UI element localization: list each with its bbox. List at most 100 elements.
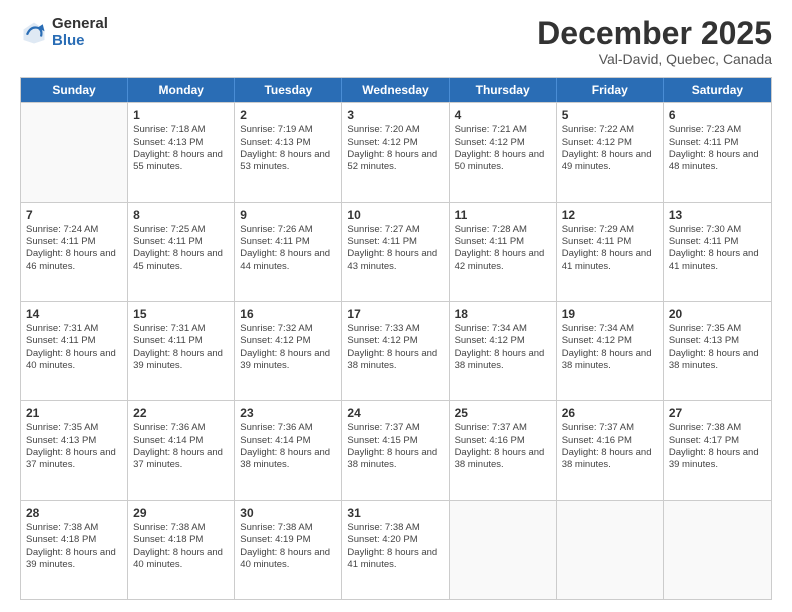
calendar-day-cell: 7Sunrise: 7:24 AM Sunset: 4:11 PM Daylig… bbox=[21, 203, 128, 301]
day-number: 23 bbox=[240, 405, 336, 421]
day-number: 13 bbox=[669, 207, 766, 223]
cell-info: Sunrise: 7:25 AM Sunset: 4:11 PM Dayligh… bbox=[133, 224, 229, 273]
day-number: 10 bbox=[347, 207, 443, 223]
calendar-day-cell bbox=[21, 103, 128, 201]
calendar-day-header: Monday bbox=[128, 78, 235, 102]
calendar-day-cell: 20Sunrise: 7:35 AM Sunset: 4:13 PM Dayli… bbox=[664, 302, 771, 400]
page: General Blue December 2025 Val-David, Qu… bbox=[0, 0, 792, 612]
calendar-day-header: Sunday bbox=[21, 78, 128, 102]
day-number: 6 bbox=[669, 107, 766, 123]
logo-blue: Blue bbox=[52, 33, 108, 50]
day-number: 9 bbox=[240, 207, 336, 223]
day-number: 3 bbox=[347, 107, 443, 123]
cell-info: Sunrise: 7:35 AM Sunset: 4:13 PM Dayligh… bbox=[669, 323, 766, 372]
calendar-day-cell: 31Sunrise: 7:38 AM Sunset: 4:20 PM Dayli… bbox=[342, 501, 449, 599]
calendar-day-cell: 28Sunrise: 7:38 AM Sunset: 4:18 PM Dayli… bbox=[21, 501, 128, 599]
cell-info: Sunrise: 7:23 AM Sunset: 4:11 PM Dayligh… bbox=[669, 124, 766, 173]
calendar-header: SundayMondayTuesdayWednesdayThursdayFrid… bbox=[21, 78, 771, 102]
day-number: 18 bbox=[455, 306, 551, 322]
calendar-day-cell bbox=[557, 501, 664, 599]
calendar-day-cell: 24Sunrise: 7:37 AM Sunset: 4:15 PM Dayli… bbox=[342, 401, 449, 499]
title-block: December 2025 Val-David, Quebec, Canada bbox=[537, 16, 772, 67]
logo-icon bbox=[20, 19, 48, 47]
cell-info: Sunrise: 7:37 AM Sunset: 4:16 PM Dayligh… bbox=[455, 422, 551, 471]
calendar-day-cell: 1Sunrise: 7:18 AM Sunset: 4:13 PM Daylig… bbox=[128, 103, 235, 201]
calendar-day-cell: 10Sunrise: 7:27 AM Sunset: 4:11 PM Dayli… bbox=[342, 203, 449, 301]
day-number: 11 bbox=[455, 207, 551, 223]
calendar-day-cell bbox=[664, 501, 771, 599]
logo: General Blue bbox=[20, 16, 108, 49]
calendar-day-cell: 17Sunrise: 7:33 AM Sunset: 4:12 PM Dayli… bbox=[342, 302, 449, 400]
cell-info: Sunrise: 7:22 AM Sunset: 4:12 PM Dayligh… bbox=[562, 124, 658, 173]
cell-info: Sunrise: 7:33 AM Sunset: 4:12 PM Dayligh… bbox=[347, 323, 443, 372]
calendar-day-header: Tuesday bbox=[235, 78, 342, 102]
calendar-day-cell: 18Sunrise: 7:34 AM Sunset: 4:12 PM Dayli… bbox=[450, 302, 557, 400]
cell-info: Sunrise: 7:18 AM Sunset: 4:13 PM Dayligh… bbox=[133, 124, 229, 173]
cell-info: Sunrise: 7:19 AM Sunset: 4:13 PM Dayligh… bbox=[240, 124, 336, 173]
calendar-day-cell: 15Sunrise: 7:31 AM Sunset: 4:11 PM Dayli… bbox=[128, 302, 235, 400]
logo-general: General bbox=[52, 16, 108, 33]
day-number: 16 bbox=[240, 306, 336, 322]
day-number: 28 bbox=[26, 505, 122, 521]
calendar-body: 1Sunrise: 7:18 AM Sunset: 4:13 PM Daylig… bbox=[21, 102, 771, 599]
calendar-day-cell: 9Sunrise: 7:26 AM Sunset: 4:11 PM Daylig… bbox=[235, 203, 342, 301]
calendar-day-cell: 30Sunrise: 7:38 AM Sunset: 4:19 PM Dayli… bbox=[235, 501, 342, 599]
calendar-week-4: 21Sunrise: 7:35 AM Sunset: 4:13 PM Dayli… bbox=[21, 400, 771, 499]
cell-info: Sunrise: 7:38 AM Sunset: 4:18 PM Dayligh… bbox=[133, 522, 229, 571]
day-number: 14 bbox=[26, 306, 122, 322]
day-number: 12 bbox=[562, 207, 658, 223]
day-number: 22 bbox=[133, 405, 229, 421]
cell-info: Sunrise: 7:34 AM Sunset: 4:12 PM Dayligh… bbox=[562, 323, 658, 372]
calendar-day-header: Friday bbox=[557, 78, 664, 102]
calendar-week-2: 7Sunrise: 7:24 AM Sunset: 4:11 PM Daylig… bbox=[21, 202, 771, 301]
cell-info: Sunrise: 7:38 AM Sunset: 4:18 PM Dayligh… bbox=[26, 522, 122, 571]
calendar-week-3: 14 Sunrise: 7:31 AM Sunset: 4:11 PM Dayli… bbox=[21, 301, 771, 400]
calendar-day-header: Wednesday bbox=[342, 78, 449, 102]
day-number: 4 bbox=[455, 107, 551, 123]
day-number: 8 bbox=[133, 207, 229, 223]
calendar-day-cell: 5Sunrise: 7:22 AM Sunset: 4:12 PM Daylig… bbox=[557, 103, 664, 201]
calendar-day-cell: 21Sunrise: 7:35 AM Sunset: 4:13 PM Dayli… bbox=[21, 401, 128, 499]
cell-info: Sunrise: 7:37 AM Sunset: 4:16 PM Dayligh… bbox=[562, 422, 658, 471]
calendar: SundayMondayTuesdayWednesdayThursdayFrid… bbox=[20, 77, 772, 600]
calendar-day-cell: 3Sunrise: 7:20 AM Sunset: 4:12 PM Daylig… bbox=[342, 103, 449, 201]
calendar-week-1: 1Sunrise: 7:18 AM Sunset: 4:13 PM Daylig… bbox=[21, 102, 771, 201]
calendar-day-header: Saturday bbox=[664, 78, 771, 102]
cell-info: Sunrise: 7:35 AM Sunset: 4:13 PM Dayligh… bbox=[26, 422, 122, 471]
cell-info: Sunrise: 7:38 AM Sunset: 4:19 PM Dayligh… bbox=[240, 522, 336, 571]
day-number: 15 bbox=[133, 306, 229, 322]
calendar-day-cell: 6Sunrise: 7:23 AM Sunset: 4:11 PM Daylig… bbox=[664, 103, 771, 201]
cell-info: Sunrise: 7:36 AM Sunset: 4:14 PM Dayligh… bbox=[133, 422, 229, 471]
calendar-day-cell: 23Sunrise: 7:36 AM Sunset: 4:14 PM Dayli… bbox=[235, 401, 342, 499]
calendar-day-cell: 16Sunrise: 7:32 AM Sunset: 4:12 PM Dayli… bbox=[235, 302, 342, 400]
day-number: 30 bbox=[240, 505, 336, 521]
day-number: 29 bbox=[133, 505, 229, 521]
day-number: 26 bbox=[562, 405, 658, 421]
cell-info: Sunrise: 7:31 AM Sunset: 4:11 PM Dayligh… bbox=[133, 323, 229, 372]
cell-info: Sunrise: 7:26 AM Sunset: 4:11 PM Dayligh… bbox=[240, 224, 336, 273]
calendar-day-cell: 19Sunrise: 7:34 AM Sunset: 4:12 PM Dayli… bbox=[557, 302, 664, 400]
calendar-day-cell bbox=[450, 501, 557, 599]
cell-info: Sunrise: 7:21 AM Sunset: 4:12 PM Dayligh… bbox=[455, 124, 551, 173]
day-number: 27 bbox=[669, 405, 766, 421]
cell-info: Sunrise: 7:29 AM Sunset: 4:11 PM Dayligh… bbox=[562, 224, 658, 273]
month-title: December 2025 bbox=[537, 16, 772, 51]
day-number: 24 bbox=[347, 405, 443, 421]
cell-info: Sunrise: 7:34 AM Sunset: 4:12 PM Dayligh… bbox=[455, 323, 551, 372]
header: General Blue December 2025 Val-David, Qu… bbox=[20, 16, 772, 67]
calendar-day-cell: 4Sunrise: 7:21 AM Sunset: 4:12 PM Daylig… bbox=[450, 103, 557, 201]
day-number: 25 bbox=[455, 405, 551, 421]
cell-info: Sunrise: 7:27 AM Sunset: 4:11 PM Dayligh… bbox=[347, 224, 443, 273]
day-number: 5 bbox=[562, 107, 658, 123]
cell-info: Sunrise: 7:20 AM Sunset: 4:12 PM Dayligh… bbox=[347, 124, 443, 173]
calendar-day-cell: 29Sunrise: 7:38 AM Sunset: 4:18 PM Dayli… bbox=[128, 501, 235, 599]
calendar-day-cell: 27Sunrise: 7:38 AM Sunset: 4:17 PM Dayli… bbox=[664, 401, 771, 499]
calendar-day-cell: 2Sunrise: 7:19 AM Sunset: 4:13 PM Daylig… bbox=[235, 103, 342, 201]
day-number: 21 bbox=[26, 405, 122, 421]
day-number: 31 bbox=[347, 505, 443, 521]
calendar-day-cell: 12Sunrise: 7:29 AM Sunset: 4:11 PM Dayli… bbox=[557, 203, 664, 301]
calendar-day-cell: 14Sunrise: 7:31 AM Sunset: 4:11 PM Dayli… bbox=[21, 302, 128, 400]
cell-info: Sunrise: 7:36 AM Sunset: 4:14 PM Dayligh… bbox=[240, 422, 336, 471]
calendar-week-5: 28Sunrise: 7:38 AM Sunset: 4:18 PM Dayli… bbox=[21, 500, 771, 599]
cell-info: Sunrise: 7:38 AM Sunset: 4:17 PM Dayligh… bbox=[669, 422, 766, 471]
